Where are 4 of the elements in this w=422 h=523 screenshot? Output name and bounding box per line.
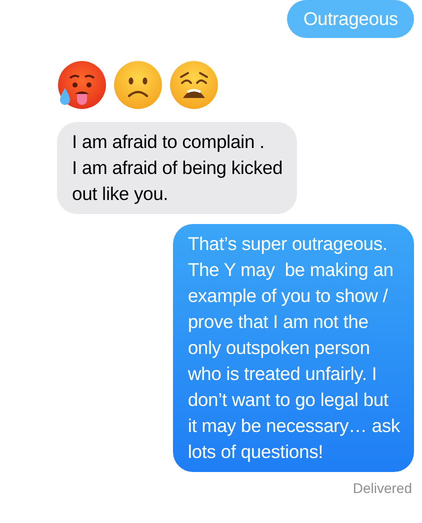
sent-message: Outrageous <box>287 0 414 38</box>
received-message: I am afraid to complain . I am afraid of being kicked out like you. <box>57 122 297 214</box>
sent-message: That’s super outrageous. The Y may be making an example of you to show / prove that I am not the only outspoken person who is treated unfairly. I don’t want to go legal but it may be necessary… ask lots of questions! <box>172 224 414 472</box>
delivery-status: Delivered <box>352 480 412 496</box>
